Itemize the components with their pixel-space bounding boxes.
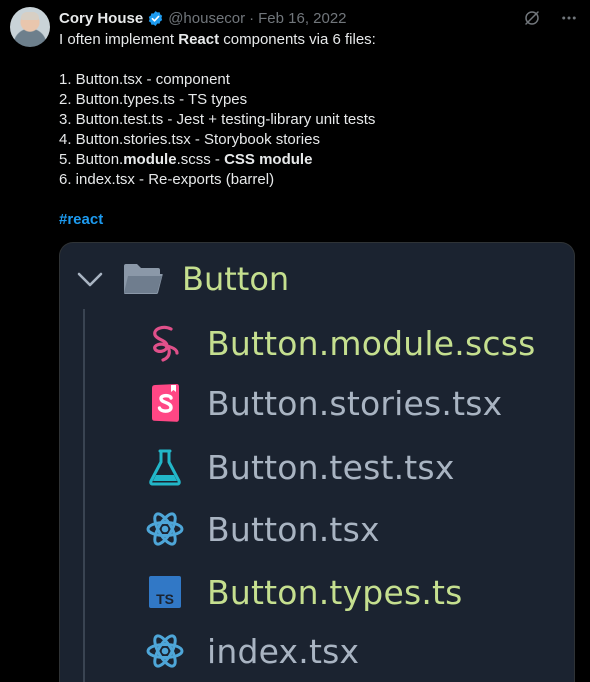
typescript-icon: TS — [145, 572, 185, 612]
item5-prefix: 5. Button. — [59, 151, 124, 168]
tweet: Cory House @housecor · Feb 16, 2022 I of… — [0, 0, 590, 682]
sass-icon — [145, 323, 185, 363]
folder-row: Button — [74, 255, 289, 303]
verified-badge-icon[interactable] — [147, 10, 164, 27]
intro-prefix: I often implement — [59, 31, 179, 48]
intro-suffix: components via 6 files: — [219, 31, 376, 48]
tweet-intro: I often implement React components via 6… — [59, 30, 574, 50]
folder-open-icon — [122, 262, 164, 296]
tweet-date[interactable]: Feb 16, 2022 — [258, 10, 346, 27]
file-label: Button.stories.tsx — [207, 383, 503, 423]
file-label: Button.types.ts — [207, 572, 463, 612]
react-icon — [145, 509, 185, 549]
grok-icon[interactable] — [522, 8, 541, 27]
file-row: TS Button.types.ts — [145, 566, 463, 618]
test-flask-icon — [145, 447, 185, 487]
list-item: 4. Button.stories.tsx - Storybook storie… — [59, 131, 320, 148]
tweet-text: I often implement React components via 6… — [59, 30, 574, 230]
list-item: 1. Button.tsx - component — [59, 71, 230, 88]
header-separator: · — [249, 9, 255, 27]
file-row: Button.module.scss — [145, 317, 536, 369]
list-item: 3. Button.test.ts - Jest + testing-libra… — [59, 111, 376, 128]
file-row: Button.stories.tsx — [145, 377, 502, 429]
file-label: Button.module.scss — [207, 323, 536, 363]
folder-label: Button — [182, 260, 290, 298]
avatar-hair — [21, 12, 39, 20]
file-row: index.tsx — [145, 625, 359, 677]
tweet-header: Cory House @housecor · Feb 16, 2022 — [59, 8, 347, 28]
react-icon — [145, 631, 185, 671]
item5-bold-end: CSS module — [224, 151, 313, 168]
hashtag-link[interactable]: #react — [59, 211, 103, 228]
more-icon[interactable] — [559, 8, 578, 27]
storybook-icon — [145, 383, 185, 423]
intro-bold: React — [178, 31, 220, 48]
list-item: 6. index.tsx - Re-exports (barrel) — [59, 171, 275, 188]
tree-indent-guide — [83, 309, 85, 682]
tweet-media-image[interactable]: Button Button.module.scss Button.stories… — [59, 242, 575, 682]
list-item: 5. Button.module.scss - CSS module — [59, 150, 574, 170]
author-name[interactable]: Cory House — [59, 10, 143, 27]
file-label: Button.tsx — [207, 509, 380, 549]
svg-text:TS: TS — [156, 591, 174, 607]
file-row: Button.tsx — [145, 503, 380, 555]
tweet-actions-top — [522, 8, 578, 27]
item5-mid: .scss - — [176, 151, 225, 168]
file-row: Button.test.tsx — [145, 441, 455, 493]
chevron-down-icon — [74, 263, 106, 295]
list-item: 2. Button.types.ts - TS types — [59, 91, 248, 108]
file-label: Button.test.tsx — [207, 447, 455, 487]
file-label: index.tsx — [207, 631, 360, 671]
avatar[interactable] — [10, 7, 50, 47]
item5-bold-mid: module — [123, 151, 177, 168]
author-handle[interactable]: @housecor — [168, 10, 245, 27]
